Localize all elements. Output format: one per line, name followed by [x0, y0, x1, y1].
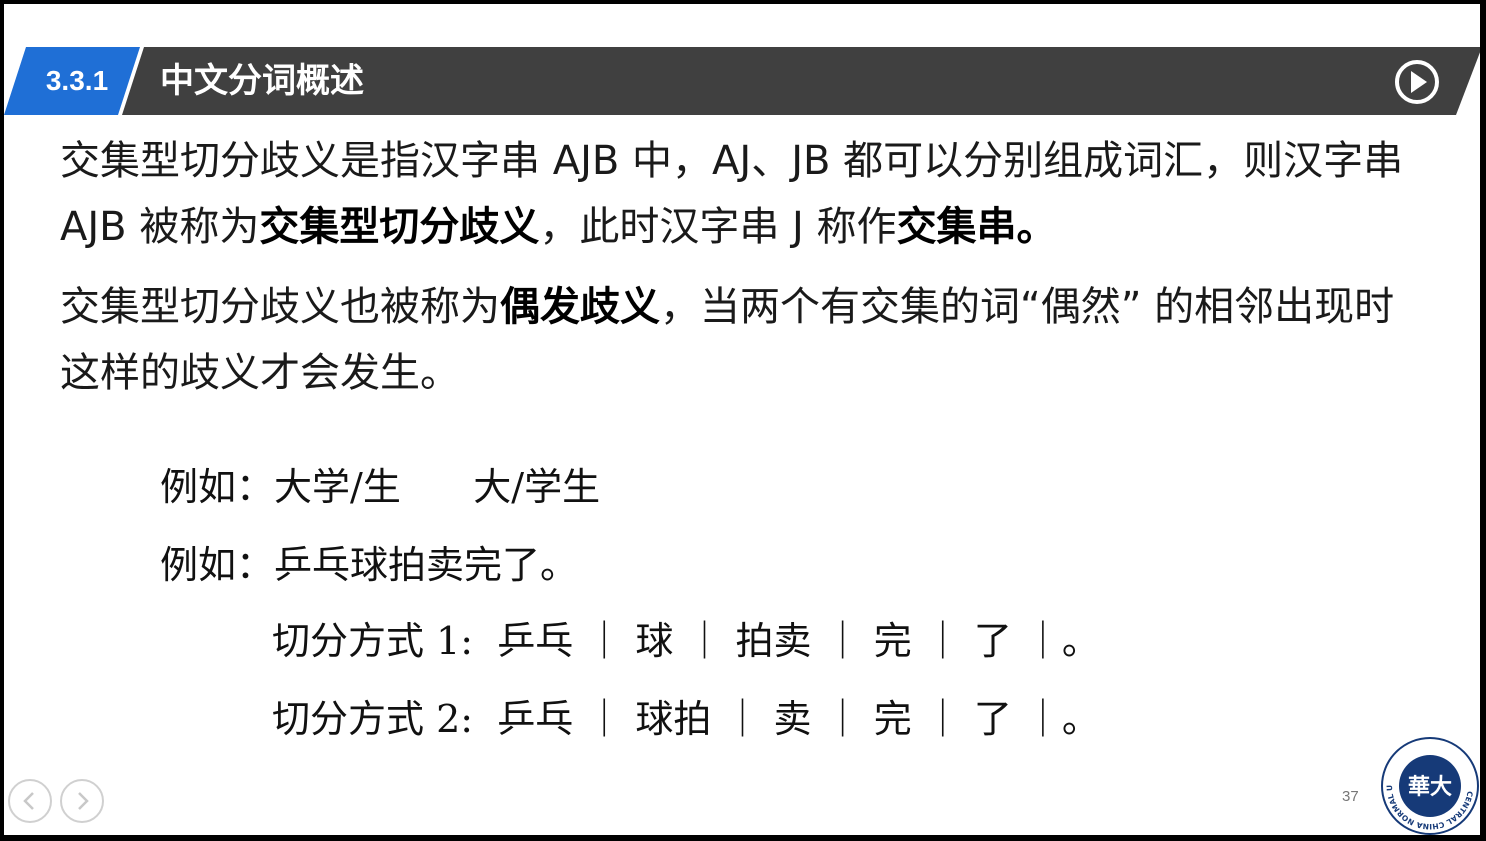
alias-paragraph: 交集型切分歧义也被称为偶发歧义，当两个有交集的词“偶然” 的相邻出现时这样的歧义… [60, 274, 1420, 406]
example-text: 乒乓球拍卖完了。 [274, 543, 579, 587]
example-text: 大学/生 大/学生 [274, 465, 601, 509]
page-number: 37 [1342, 788, 1359, 805]
slide: 3.3.1 中文分词概述 交集型切分歧义是指汉字串 AJB 中，AJ、JB 都可… [4, 4, 1480, 835]
logo-glyph: 華大 [1408, 775, 1452, 800]
paragraph-text: 交集型切分歧义也被称为 [60, 284, 500, 330]
paragraph-text: ，此时汉字串 J 称作 [539, 204, 897, 250]
section-number: 3.3.1 [45, 65, 109, 96]
bold-term: 交集串。 [896, 204, 1057, 250]
university-logo: CENTRAL CHINA NORMAL UNIVERSITY 華大 [1380, 736, 1479, 835]
example-label: 例如： [160, 543, 275, 587]
example-label: 例如： [160, 465, 275, 509]
prev-slide-button[interactable] [8, 779, 52, 823]
chevron-left-icon [23, 792, 34, 810]
definition-paragraph: 交集型切分歧义是指汉字串 AJB 中，AJ、JB 都可以分别组成词汇，则汉字串 … [60, 128, 1420, 260]
play-circle-icon[interactable] [1394, 59, 1440, 105]
slide-title: 中文分词概述 [160, 61, 364, 101]
bold-term: 偶发歧义 [500, 284, 660, 330]
next-slide-button[interactable] [60, 779, 104, 823]
segmentation-1: 切分方式 1: 乒乓 ｜ 球 ｜ 拍卖 ｜ 完 ｜ 了 ｜。 [272, 619, 1100, 663]
bold-term: 交集型切分歧义 [259, 204, 540, 250]
example-line-1: 例如：大学/生 大/学生 [160, 462, 600, 512]
chevron-right-icon [78, 792, 89, 810]
segmentation-2: 切分方式 2: 乒乓 ｜ 球拍 ｜ 卖 ｜ 完 ｜ 了 ｜。 [272, 697, 1100, 741]
example-line-2: 例如：乒乓球拍卖完了。 [160, 540, 578, 590]
